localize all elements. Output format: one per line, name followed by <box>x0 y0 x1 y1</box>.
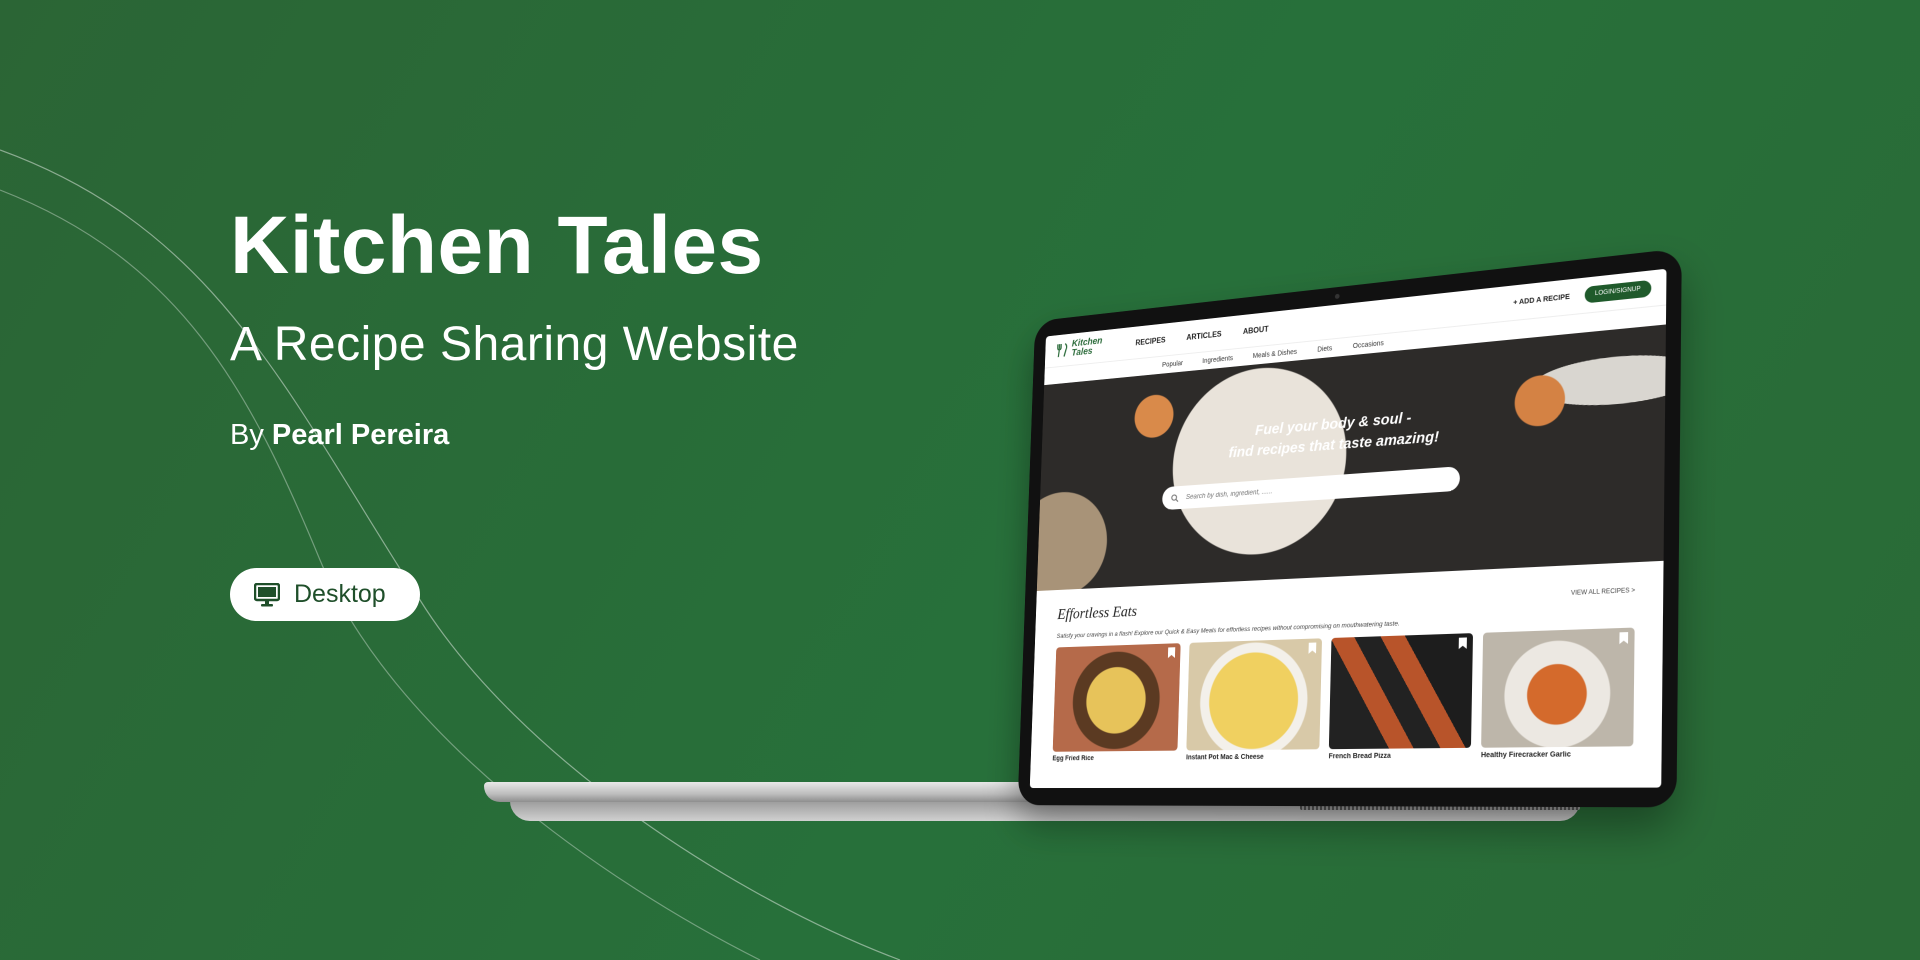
bookmark-icon[interactable] <box>1459 637 1467 649</box>
subnav-diets[interactable]: Diets <box>1317 345 1332 353</box>
add-recipe-link[interactable]: + ADD A RECIPE <box>1513 293 1570 306</box>
site-logo-text: Kitchen Tales <box>1071 335 1103 359</box>
laptop-bezel: Kitchen Tales RECIPES ARTICLES ABOUT + A… <box>1017 248 1682 808</box>
recipe-image <box>1481 627 1635 748</box>
recipe-card[interactable]: Healthy Firecracker Garlic <box>1480 627 1635 760</box>
recipe-title: French Bread Pizza <box>1328 752 1391 761</box>
site-nav: RECIPES ARTICLES ABOUT <box>1135 324 1268 347</box>
subnav-occasions[interactable]: Occasions <box>1353 340 1384 350</box>
search-bar[interactable] <box>1161 466 1461 511</box>
recipe-image <box>1186 638 1323 751</box>
search-icon <box>1171 493 1179 502</box>
laptop-screen: Kitchen Tales RECIPES ARTICLES ABOUT + A… <box>1017 248 1682 808</box>
site-logo[interactable]: Kitchen Tales <box>1057 336 1106 360</box>
utensils-icon <box>1057 342 1069 358</box>
recipe-title: Healthy Firecracker Garlic <box>1480 751 1571 760</box>
nav-about[interactable]: ABOUT <box>1243 324 1269 335</box>
laptop-mockup: Kitchen Tales RECIPES ARTICLES ABOUT + A… <box>0 0 1920 960</box>
recipe-card[interactable]: French Bread Pizza <box>1328 633 1474 761</box>
recipe-title: Instant Pot Mac & Cheese <box>1186 753 1264 762</box>
recipe-card[interactable]: Instant Pot Mac & Cheese <box>1186 638 1323 762</box>
camera-dot <box>1334 293 1340 300</box>
recipe-image <box>1328 633 1474 750</box>
nav-articles[interactable]: ARTICLES <box>1186 329 1221 341</box>
effortless-eats-section: Effortless Eats VIEW ALL RECIPES > Satis… <box>1031 561 1664 763</box>
hero-heading: Fuel your body & soul - find recipes tha… <box>1041 386 1665 478</box>
recipe-title: Egg Fried Rice <box>1052 755 1094 763</box>
section-title: Effortless Eats <box>1057 603 1138 623</box>
website-screen: Kitchen Tales RECIPES ARTICLES ABOUT + A… <box>1029 268 1667 789</box>
header-actions: + ADD A RECIPE LOGIN/SIGNUP <box>1513 279 1652 311</box>
search-input[interactable] <box>1184 475 1430 502</box>
subnav-ingredients[interactable]: Ingredients <box>1202 355 1233 365</box>
subnav-meals-dishes[interactable]: Meals & Dishes <box>1253 348 1297 359</box>
recipe-card[interactable]: Egg Fried Rice <box>1052 643 1181 763</box>
login-signup-button[interactable]: LOGIN/SIGNUP <box>1584 279 1652 304</box>
bookmark-icon[interactable] <box>1168 647 1175 658</box>
bookmark-icon[interactable] <box>1619 632 1628 644</box>
nav-recipes[interactable]: RECIPES <box>1135 335 1165 347</box>
subnav-popular[interactable]: Popular <box>1162 360 1183 369</box>
recipe-cards: Egg Fried Rice Instant Pot Mac & Cheese … <box>1052 627 1635 763</box>
recipe-image <box>1052 643 1181 752</box>
view-all-recipes-link[interactable]: VIEW ALL RECIPES > <box>1571 588 1635 597</box>
bookmark-icon[interactable] <box>1309 643 1317 654</box>
